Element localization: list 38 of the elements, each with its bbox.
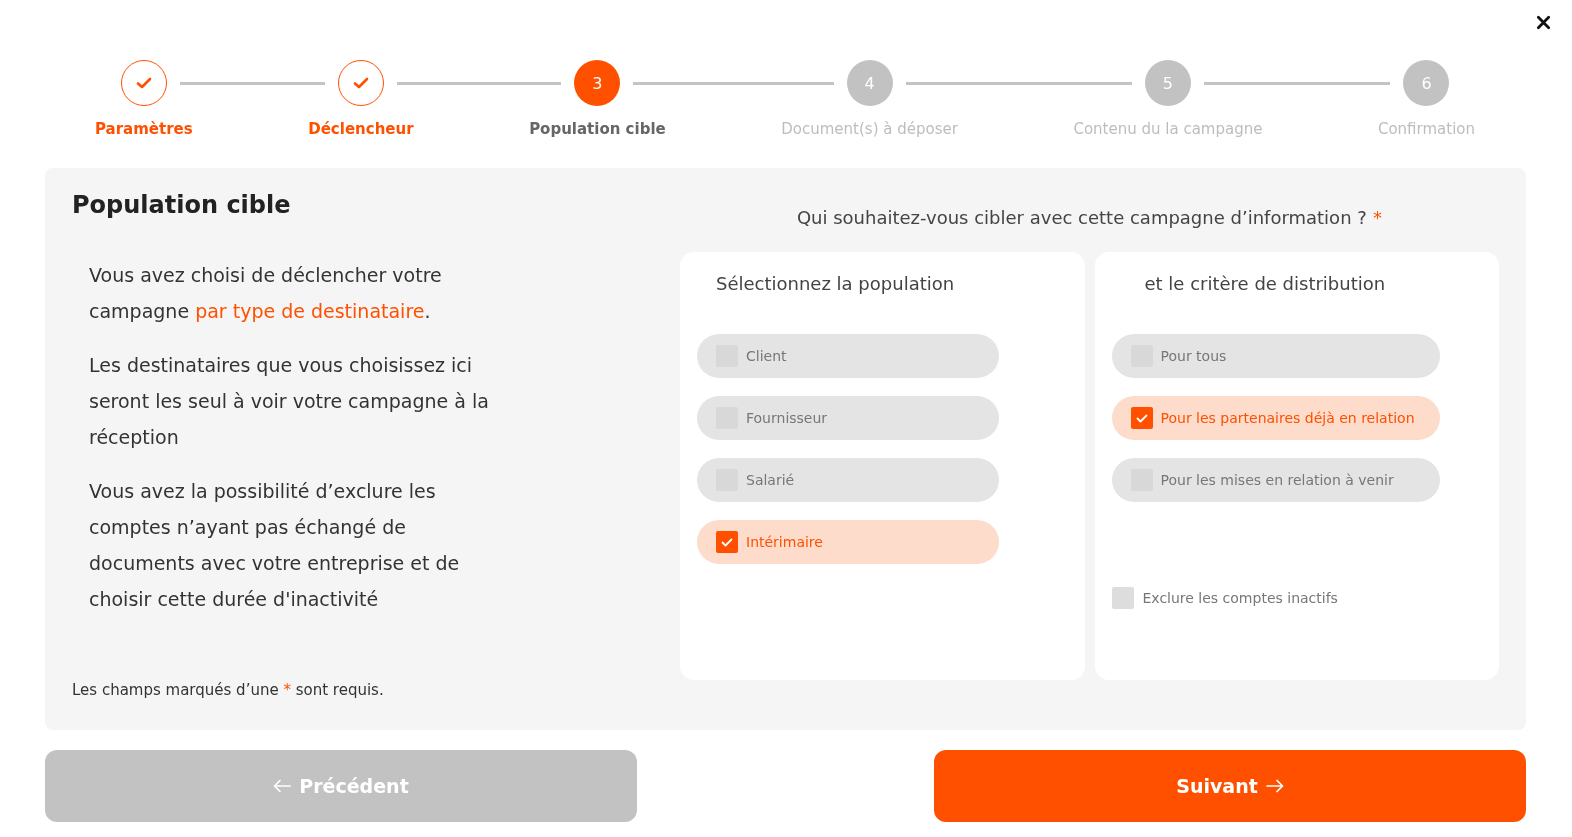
- info-paragraph: Vous avez la possibilité d’exclure les comptes n’ayant pas échangé de documents avec votre entreprise et de choisir cette durée d'inactivité: [89, 479, 461, 612]
- checkbox[interactable]: [1111, 587, 1134, 609]
- question-text: Qui souhaitez-vous cibler avec cette campagne d’information ? *: [796, 206, 1383, 230]
- checkbox-option[interactable]: Intérimaire: [697, 520, 999, 564]
- step-label: Confirmation: [1377, 119, 1475, 140]
- check-icon: [135, 77, 152, 89]
- checkbox-option[interactable]: Fournisseur: [697, 396, 999, 440]
- required-fields-note: Les champs marqués d’une * sont requis.: [72, 680, 384, 701]
- step-label: Contenu du la campagne: [1073, 119, 1263, 140]
- step-indicator: 5: [1144, 60, 1191, 106]
- step-label: Paramètres: [95, 119, 193, 140]
- check-icon: [1135, 413, 1148, 423]
- checkbox[interactable]: [716, 531, 738, 553]
- step-indicator: 6: [1403, 60, 1450, 106]
- card-heading: Sélectionnez la population: [716, 272, 955, 296]
- close-icon[interactable]: [1536, 15, 1551, 30]
- checkbox-option[interactable]: Salarié: [697, 458, 999, 502]
- check-icon: [721, 537, 733, 547]
- step-label: Déclencheur: [308, 119, 414, 140]
- card-heading: et le critère de distribution: [1144, 272, 1386, 296]
- checkbox-option[interactable]: Pour tous: [1111, 334, 1440, 378]
- arrow-right-icon: [1265, 779, 1284, 793]
- next-button[interactable]: Suivant: [934, 750, 1526, 822]
- previous-button[interactable]: Précédent: [45, 750, 637, 822]
- recipient-type-link[interactable]: par type de destinataire: [195, 300, 425, 322]
- info-paragraph: Les destinataires que vous choisissez ici seront les seul à voir votre campagne à la réception: [89, 353, 490, 450]
- checkbox[interactable]: [1130, 407, 1153, 429]
- step-label: Document(s) à déposer: [781, 119, 958, 140]
- step-label: Population cible: [529, 119, 666, 140]
- panel-title: Population cible: [72, 190, 291, 221]
- check-icon: [352, 77, 369, 89]
- arrow-left-icon: [273, 779, 292, 793]
- step-indicator: 4: [846, 60, 893, 106]
- checkbox-option[interactable]: Pour les mises en relation à venir: [1111, 458, 1440, 502]
- checkbox-option[interactable]: Pour les partenaires déjà en relation: [1111, 396, 1440, 440]
- intro-paragraph: Vous avez choisi de déclencher votre campagne par type de destinataire.: [89, 263, 443, 324]
- checkbox-option[interactable]: Client: [697, 334, 999, 378]
- step-indicator: 3: [574, 60, 621, 106]
